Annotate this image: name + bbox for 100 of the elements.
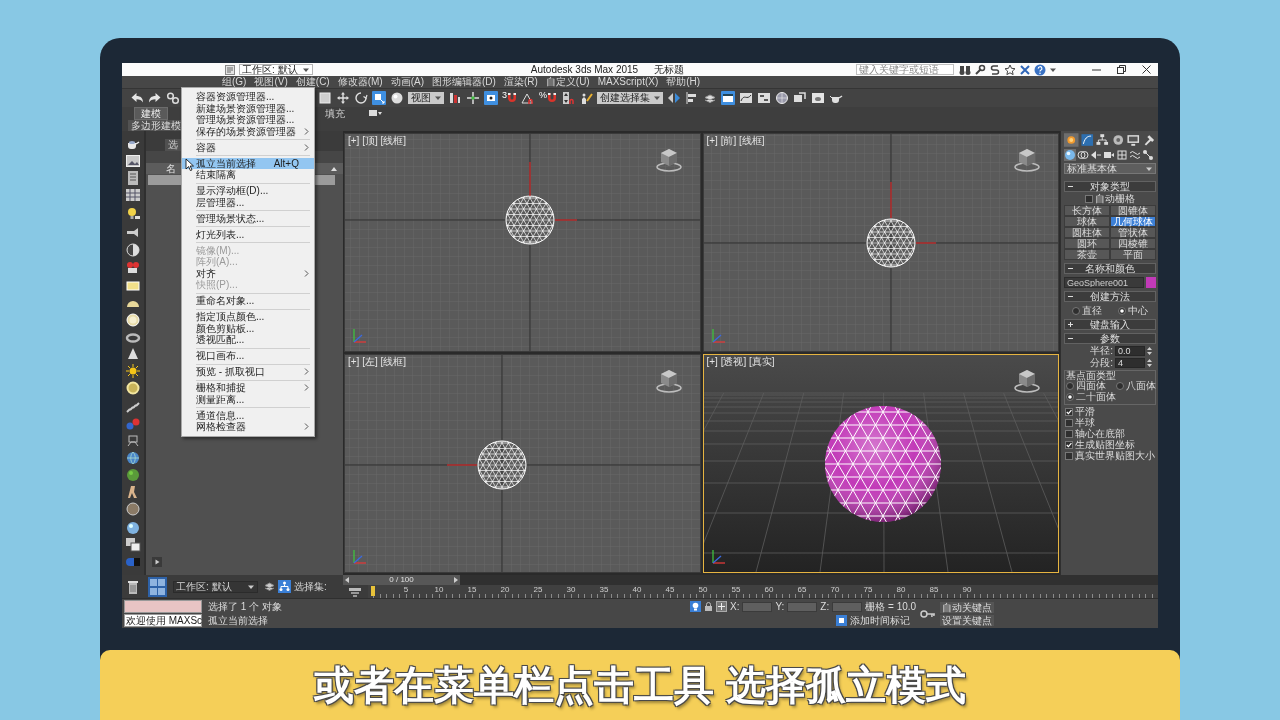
previous-frame-icon[interactable] [343, 575, 351, 585]
menu-item[interactable]: 预览 - 抓取视口 [182, 366, 314, 378]
spinner-magnet-icon[interactable] [561, 91, 576, 105]
checkbox[interactable] [1085, 195, 1093, 203]
viewport-label[interactable]: [+] [左] [线框] [348, 356, 407, 367]
expand-icon[interactable] [1067, 321, 1074, 328]
wave-icon[interactable] [1129, 149, 1141, 161]
window-icon[interactable] [721, 91, 736, 105]
radio-button[interactable] [1072, 307, 1080, 315]
viewport[interactable]: [+] [前] [线框] [702, 133, 1059, 352]
sun-icon[interactable] [125, 363, 141, 379]
lock-icon[interactable] [704, 601, 713, 612]
object-name-field[interactable]: GeoSphere001 [1064, 277, 1144, 288]
viewport-label[interactable]: [+] [前] [线框] [706, 135, 765, 146]
menu-item[interactable]: 重命名对象... [182, 295, 314, 307]
menu-item[interactable]: 视口画布... [182, 350, 314, 362]
rollout-header[interactable]: 对象类型 [1064, 181, 1156, 192]
ring-icon[interactable] [1110, 133, 1125, 147]
menu-item[interactable]: 图形编辑器(D) [432, 76, 496, 88]
trash-icon[interactable] [127, 578, 139, 595]
rollout-header[interactable]: 参数 [1064, 333, 1156, 344]
coordinate-field[interactable] [832, 601, 863, 612]
collapse-icon[interactable] [1067, 265, 1074, 272]
coordinate-field[interactable] [787, 601, 818, 612]
sphere-grid-icon[interactable] [775, 91, 790, 105]
menu-item[interactable]: 渲染(R) [503, 76, 538, 88]
viewcube-icon[interactable] [655, 369, 682, 393]
move-icon[interactable] [336, 91, 350, 105]
menu-item[interactable]: 创建(C) [295, 76, 330, 88]
coordinate-field[interactable] [742, 601, 773, 612]
graph-icon[interactable] [739, 91, 754, 105]
menu-item[interactable]: 栅格和捕捉 [182, 382, 314, 394]
menu-item[interactable]: 层管理器... [182, 196, 314, 208]
spotlight-icon[interactable] [1090, 149, 1102, 161]
viewcube-icon[interactable] [655, 148, 682, 172]
object-type-button[interactable]: 平面 [1110, 249, 1156, 260]
collapse-icon[interactable] [1067, 335, 1074, 342]
help-icon[interactable] [1034, 63, 1046, 76]
viewport[interactable]: [+] [顶] [线框] [344, 133, 701, 352]
toolbar-dropdown[interactable]: 创建选择集 [597, 92, 664, 104]
menu-item[interactable]: 管理场景资源管理器... [182, 114, 314, 126]
bulb-icon[interactable] [690, 601, 701, 612]
square-tile-icon[interactable] [836, 615, 848, 626]
color-swatch-icon[interactable] [1146, 277, 1156, 288]
next-frame-icon[interactable] [452, 575, 460, 585]
object-type-button[interactable]: 茶壶 [1064, 249, 1110, 260]
search-field[interactable]: 键入关键字或短语 [856, 64, 954, 75]
viewport[interactable]: [+] [左] [线框] [344, 354, 701, 573]
two-dots-icon[interactable] [125, 416, 141, 432]
ring-icon[interactable] [125, 380, 141, 396]
toolbar-dropdown[interactable]: 视图 [408, 92, 444, 104]
viewport-label[interactable]: [+] [透视] [真实] [706, 356, 775, 367]
ribbon-tab[interactable]: 填充 [318, 107, 352, 120]
menu-item[interactable]: 修改器(M) [337, 76, 383, 88]
mirror-icon[interactable] [667, 91, 682, 105]
menu-item[interactable]: 容器 [182, 141, 314, 153]
collapse-icon[interactable] [1067, 293, 1074, 300]
radio-button[interactable] [1118, 307, 1126, 315]
key-icon[interactable] [920, 608, 936, 619]
radio-button[interactable] [1066, 382, 1074, 390]
menu-item[interactable]: 指定顶点颜色... [182, 311, 314, 323]
plant-icon[interactable] [125, 467, 141, 483]
ball-icon[interactable] [390, 91, 404, 105]
menu-item[interactable]: 组(G) [222, 76, 247, 88]
document-icon[interactable] [125, 170, 141, 186]
viewport[interactable]: [+] [透视] [真实] [702, 354, 1059, 573]
cone-icon[interactable] [125, 346, 141, 362]
radio-button[interactable] [1116, 382, 1124, 390]
checkbox[interactable] [1065, 408, 1073, 416]
nodes-icon[interactable] [1142, 149, 1154, 161]
workspace-dropdown[interactable]: 工作区: 默认 [173, 580, 258, 593]
snap-toggle[interactable]: 3 [502, 91, 517, 105]
circles-icon[interactable] [1077, 149, 1089, 161]
menu-item[interactable]: 颜色剪贴板... [182, 322, 314, 334]
diagonal-line-icon[interactable] [125, 399, 141, 415]
viewport-label[interactable]: [+] [顶] [线框] [348, 135, 407, 146]
camera-icon[interactable] [1103, 149, 1115, 161]
menu-item[interactable]: 网格检查器 [182, 421, 314, 433]
menu-item[interactable]: 动画(A) [390, 76, 425, 88]
rollout-header[interactable]: 创建方法 [1064, 291, 1156, 302]
script-input-field[interactable] [124, 600, 202, 613]
rollout-header[interactable]: 名称和颜色 [1064, 263, 1156, 274]
menu-item[interactable]: MAXScript(X) [597, 76, 659, 88]
monitor-icon[interactable] [1126, 133, 1141, 147]
triangle-magnet-icon[interactable] [521, 91, 535, 105]
grid-icon[interactable] [1116, 149, 1128, 161]
radio-button[interactable] [1066, 393, 1074, 401]
link-icon[interactable] [166, 91, 180, 105]
globe-icon[interactable] [125, 450, 141, 466]
rotate-icon[interactable] [354, 91, 368, 105]
auto-key-toggle[interactable]: 自动关键点 [940, 601, 994, 613]
checkbox[interactable] [1065, 430, 1073, 438]
bulb-icon[interactable] [125, 206, 141, 222]
sun-icon[interactable] [1064, 133, 1079, 147]
half-sphere-icon[interactable] [125, 242, 141, 258]
menu-item[interactable]: 显示浮动框(D)... [182, 185, 314, 197]
spinner-field[interactable]: 4 [1115, 357, 1145, 368]
menu-item[interactable]: 灯光列表... [182, 228, 314, 240]
binoculars-icon[interactable] [959, 63, 971, 76]
rectangle-icon[interactable] [125, 278, 141, 294]
